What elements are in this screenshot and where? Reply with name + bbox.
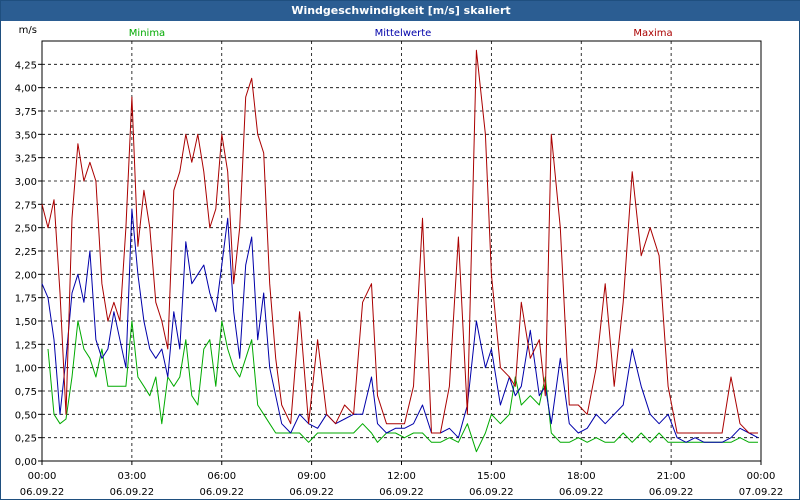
x-tick-time: 06:00 bbox=[207, 471, 236, 482]
x-tick-date: 06.09.22 bbox=[379, 487, 424, 498]
x-tick-time: 00:00 bbox=[747, 471, 776, 482]
y-tick-label: 2,75 bbox=[15, 200, 37, 211]
y-tick-label: 2,00 bbox=[15, 270, 37, 281]
y-tick-label: 1,50 bbox=[15, 317, 37, 328]
x-tick-time: 18:00 bbox=[567, 471, 596, 482]
x-tick-time: 15:00 bbox=[477, 471, 506, 482]
y-axis-label: m/s bbox=[19, 25, 37, 36]
x-tick-date: 06.09.22 bbox=[289, 487, 334, 498]
y-tick-label: 3,50 bbox=[15, 130, 37, 141]
chart-window: Windgeschwindigkeit [m/s] skaliert 0,00 0… bbox=[0, 0, 800, 500]
y-tick-label: 2,50 bbox=[15, 224, 37, 235]
legend-maxima: Maxima bbox=[633, 28, 672, 39]
x-tick-time: 12:00 bbox=[387, 471, 416, 482]
x-tick-time: 00:00 bbox=[28, 471, 57, 482]
y-tick-label: 0,75 bbox=[15, 387, 37, 398]
y-tick-label: 3,00 bbox=[15, 177, 37, 188]
legend-minima: Minima bbox=[129, 28, 165, 39]
x-tick-date: 06.09.22 bbox=[20, 487, 65, 498]
x-tick-time: 09:00 bbox=[297, 471, 326, 482]
x-tick-time: 03:00 bbox=[117, 471, 146, 482]
legend-mittelwerte: Mittelwerte bbox=[375, 28, 432, 39]
y-tick-label: 1,00 bbox=[15, 364, 37, 375]
y-tick-label: 4,25 bbox=[15, 60, 37, 71]
x-tick-date: 06.09.22 bbox=[559, 487, 604, 498]
y-tick-label: 1,25 bbox=[15, 340, 37, 351]
x-tick-date: 06.09.22 bbox=[469, 487, 514, 498]
y-tick-label: 0,50 bbox=[15, 410, 37, 421]
y-tick-label: 3,75 bbox=[15, 107, 37, 118]
y-tick-label: 3,25 bbox=[15, 154, 37, 165]
y-tick-label: 2,25 bbox=[15, 247, 37, 258]
y-tick-label: 4,00 bbox=[15, 84, 37, 95]
x-tick-time: 21:00 bbox=[657, 471, 686, 482]
y-tick-label: 1,75 bbox=[15, 294, 37, 305]
x-tick-date: 07.09.22 bbox=[739, 487, 784, 498]
y-tick-label: 0,25 bbox=[15, 434, 37, 445]
y-tick-label: 0,00 bbox=[15, 457, 37, 468]
wind-speed-chart: 0,00 0,25 0,50 0,75 1,00 1,25 1,50 1,75 2,00 2,25… bbox=[15, 25, 784, 498]
x-tick-date: 06.09.22 bbox=[199, 487, 244, 498]
x-tick-date: 06.09.22 bbox=[110, 487, 155, 498]
x-tick-date: 06.09.22 bbox=[649, 487, 694, 498]
